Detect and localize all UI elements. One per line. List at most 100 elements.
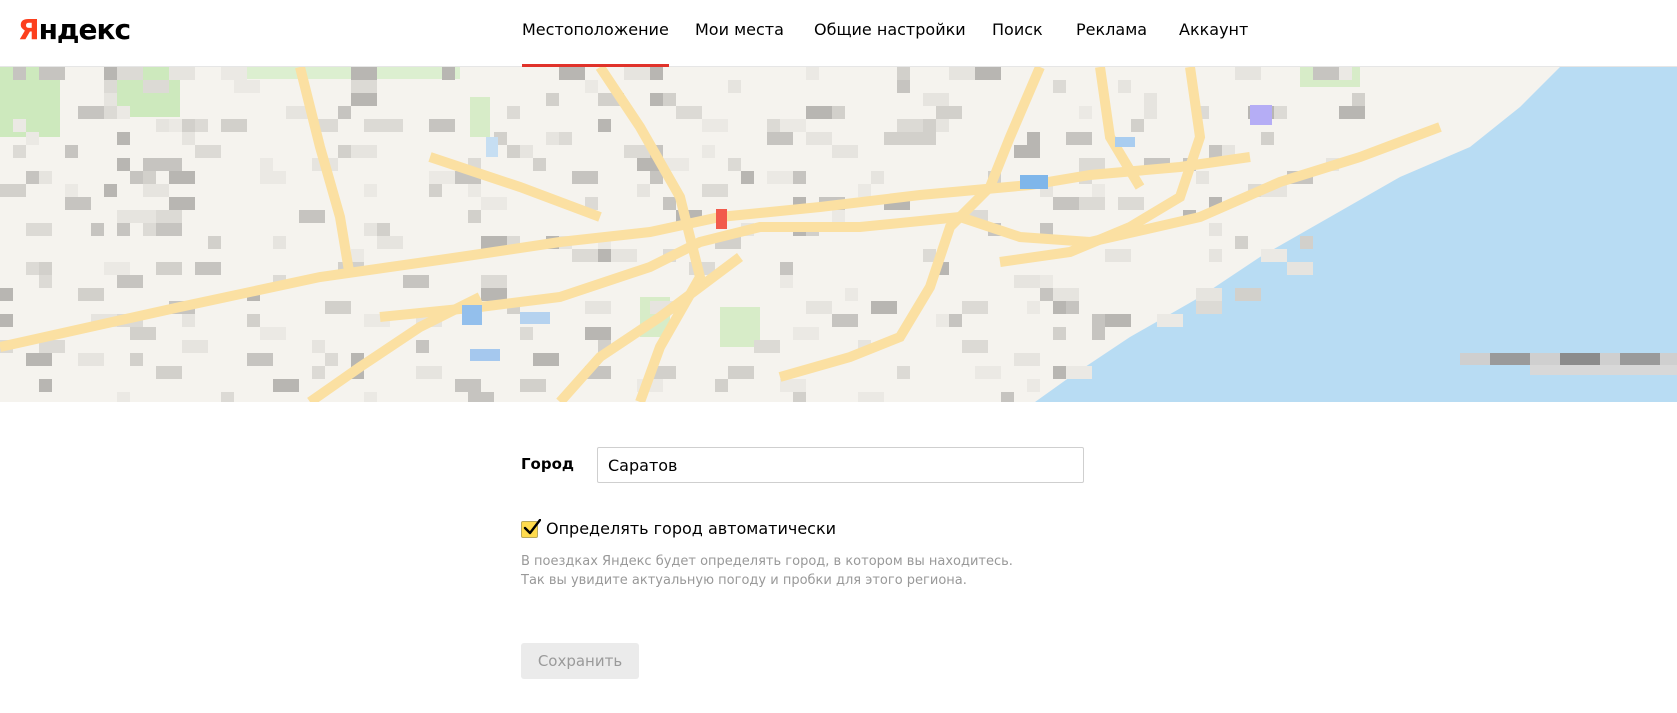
map-block bbox=[832, 210, 845, 223]
map-block bbox=[182, 340, 208, 353]
map-block bbox=[585, 80, 598, 93]
map-block bbox=[156, 366, 182, 379]
map-block bbox=[143, 184, 169, 197]
map-block bbox=[806, 106, 832, 119]
map-block bbox=[676, 106, 702, 119]
save-button[interactable]: Сохранить bbox=[521, 643, 639, 679]
map-block bbox=[338, 106, 351, 119]
location-map[interactable] bbox=[0, 67, 1677, 402]
map-block bbox=[806, 301, 832, 314]
map-block bbox=[39, 379, 52, 392]
map-block bbox=[1001, 392, 1014, 402]
map-block bbox=[598, 249, 611, 262]
tab-advertising[interactable]: Реклама bbox=[1076, 19, 1147, 41]
map-block bbox=[195, 119, 208, 132]
hint-line-1: В поездках Яндекс будет определять город… bbox=[521, 554, 1013, 569]
map-block bbox=[1118, 80, 1131, 93]
map-block bbox=[676, 158, 689, 171]
map-block bbox=[533, 158, 546, 171]
map-block bbox=[143, 223, 156, 236]
map-block bbox=[65, 197, 91, 210]
tab-location[interactable]: Местоположение bbox=[522, 19, 669, 67]
map-block bbox=[26, 223, 52, 236]
map-block bbox=[793, 327, 819, 340]
tab-search[interactable]: Поиск bbox=[992, 19, 1043, 41]
map-block bbox=[572, 171, 598, 184]
map-park bbox=[230, 67, 460, 79]
map-block bbox=[351, 80, 377, 93]
tab-general-settings[interactable]: Общие настройки bbox=[814, 19, 966, 41]
map-block bbox=[1196, 301, 1222, 314]
map-block bbox=[1105, 249, 1131, 262]
map-block bbox=[247, 353, 273, 366]
map-block bbox=[481, 288, 507, 301]
map-block bbox=[312, 366, 325, 379]
map-block bbox=[754, 340, 780, 353]
map-block bbox=[780, 262, 793, 275]
tab-account[interactable]: Аккаунт bbox=[1179, 19, 1248, 41]
map-block bbox=[936, 314, 949, 327]
yandex-logo[interactable]: Яндекс bbox=[18, 10, 131, 50]
map-water-patch bbox=[1020, 175, 1048, 189]
map-block bbox=[104, 106, 117, 119]
map-block bbox=[117, 392, 130, 402]
map-block bbox=[858, 184, 871, 197]
map-block bbox=[507, 106, 520, 119]
map-block bbox=[117, 132, 130, 145]
map-block bbox=[1209, 145, 1222, 158]
map-block bbox=[130, 327, 156, 340]
map-block bbox=[832, 145, 858, 158]
map-block bbox=[1274, 106, 1287, 119]
map-block bbox=[26, 353, 52, 366]
map-block bbox=[1092, 184, 1105, 197]
map-block bbox=[65, 145, 78, 158]
map-block bbox=[806, 132, 832, 145]
map-block bbox=[884, 132, 910, 145]
map-block bbox=[325, 301, 351, 314]
map-block bbox=[481, 275, 507, 288]
map-block bbox=[195, 262, 221, 275]
map-block bbox=[611, 249, 637, 262]
map-block bbox=[637, 184, 650, 197]
map-water-patch bbox=[1250, 105, 1272, 125]
map-block bbox=[559, 132, 572, 145]
map-block bbox=[351, 93, 377, 106]
map-block bbox=[1157, 314, 1183, 327]
map-block bbox=[1014, 353, 1040, 366]
map-block bbox=[1339, 106, 1365, 119]
map-block bbox=[897, 366, 910, 379]
map-block bbox=[338, 145, 351, 158]
tab-my-places[interactable]: Мои места bbox=[695, 19, 784, 41]
map-block bbox=[780, 275, 793, 288]
map-block bbox=[169, 67, 195, 80]
map-block bbox=[377, 223, 390, 236]
map-block bbox=[1040, 275, 1053, 288]
map-block bbox=[728, 158, 741, 171]
map-block bbox=[481, 197, 507, 210]
logo-first-letter: Я bbox=[18, 13, 40, 46]
map-block bbox=[429, 119, 455, 132]
map-block bbox=[0, 184, 26, 197]
map-block bbox=[65, 184, 78, 197]
map-block bbox=[650, 67, 663, 80]
auto-detect-checkbox[interactable] bbox=[521, 518, 541, 538]
map-block bbox=[910, 132, 936, 145]
auto-detect-checkbox-row[interactable]: Определять город автоматически bbox=[521, 518, 836, 540]
map-location-marker bbox=[716, 209, 727, 229]
map-block bbox=[1053, 366, 1066, 379]
map-block bbox=[1209, 223, 1222, 236]
map-block bbox=[585, 301, 611, 314]
map-block bbox=[364, 119, 390, 132]
map-block bbox=[507, 145, 520, 158]
map-block bbox=[117, 210, 130, 223]
map-block bbox=[1196, 288, 1222, 301]
map-block bbox=[247, 314, 260, 327]
map-block bbox=[897, 80, 910, 93]
map-block bbox=[949, 314, 962, 327]
map-block bbox=[364, 223, 377, 236]
city-input[interactable] bbox=[597, 447, 1084, 483]
map-block bbox=[1339, 67, 1352, 80]
map-block bbox=[221, 67, 247, 80]
map-block bbox=[1079, 197, 1105, 210]
map-block bbox=[780, 119, 806, 132]
